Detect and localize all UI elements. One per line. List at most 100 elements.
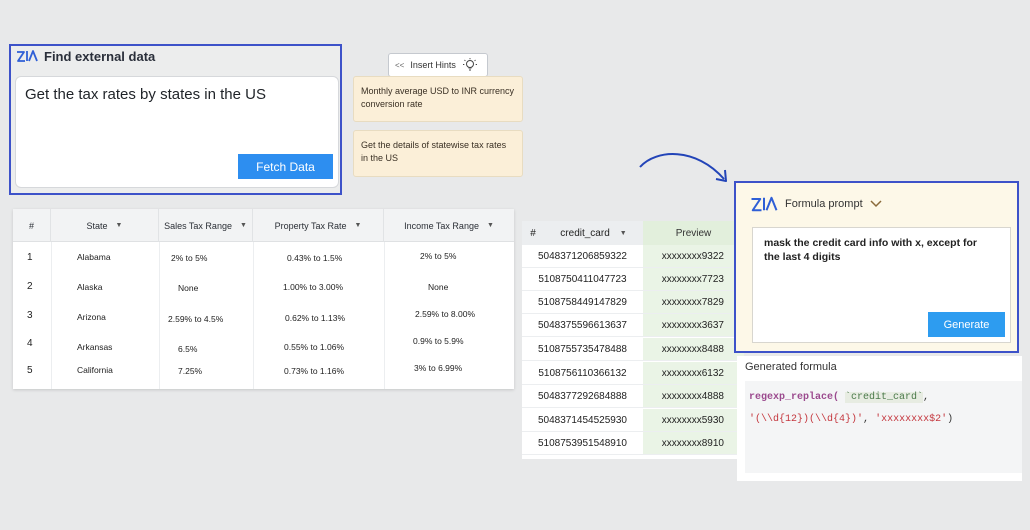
property-tax-cell[interactable]: 0.43% to 1.5%: [287, 253, 342, 263]
zia-logo-icon: [17, 50, 38, 62]
sort-dropdown-icon[interactable]: ▼: [116, 222, 123, 229]
credit-card-cell: 5048371454525930: [538, 414, 627, 426]
formula-prompt-input[interactable]: mask the credit card info with x, except…: [752, 227, 1011, 343]
table-row[interactable]: 5108755735478488 xxxxxxxx8488: [522, 338, 744, 361]
generated-formula-title: Generated formula: [745, 361, 837, 373]
curved-arrow-icon: [639, 153, 727, 182]
state-cell[interactable]: California: [77, 365, 113, 375]
insert-hints-label: Insert Hints: [410, 60, 456, 70]
fetch-data-button[interactable]: Fetch Data: [238, 154, 333, 179]
preview-cell: xxxxxxxx8910: [643, 432, 744, 454]
sort-dropdown-icon[interactable]: ▼: [620, 230, 627, 237]
property-tax-cell[interactable]: 0.73% to 1.16%: [284, 366, 344, 376]
table-row[interactable]: 5108758449147829 xxxxxxxx7829: [522, 291, 744, 314]
preview-cell: xxxxxxxx5930: [643, 409, 744, 431]
sales-tax-cell[interactable]: None: [178, 283, 198, 293]
generated-formula-panel: Generated formula regexp_replace( `credi…: [737, 356, 1022, 481]
table-row[interactable]: 5108756110366132 xxxxxxxx6132: [522, 362, 744, 385]
credit-card-cell: 5108756110366132: [538, 367, 627, 379]
row-index: 5: [27, 365, 33, 376]
find-external-data-title: Find external data: [44, 48, 156, 64]
regex-pattern: '(\\d{12})(\\d{4})': [749, 414, 864, 425]
sort-dropdown-icon[interactable]: ▼: [240, 222, 247, 229]
sort-dropdown-icon[interactable]: ▼: [487, 222, 494, 229]
column-header-index: #: [13, 209, 51, 242]
property-tax-cell[interactable]: 0.55% to 1.06%: [284, 342, 344, 352]
credit-card-cell: 5048377292684888: [538, 390, 627, 402]
hint-text: Monthly average USD to INR currency conv…: [361, 86, 515, 109]
state-cell[interactable]: Alabama: [77, 252, 111, 262]
table-row[interactable]: 5048371206859322 xxxxxxxx9322: [522, 245, 744, 268]
table-row[interactable]: 5108750411047723 xxxxxxxx7723: [522, 268, 744, 291]
table-header: # State ▼ Sales Tax Range ▼ Property Tax R…: [13, 209, 514, 242]
column-header-income-tax[interactable]: Income Tax Range ▼: [384, 209, 514, 242]
credit-card-cell: 5108758449147829: [538, 296, 627, 308]
column-divider: [159, 242, 160, 389]
table-header: # credit_card ▼ Preview: [522, 221, 744, 245]
preview-cell: xxxxxxxx7829: [643, 291, 744, 313]
column-header-sales-tax[interactable]: Sales Tax Range ▼: [159, 209, 253, 242]
credit-card-cell: 5108753951548910: [538, 437, 627, 449]
query-text[interactable]: Get the tax rates by states in the US: [25, 86, 266, 103]
column-divider: [384, 242, 385, 389]
row-index: 3: [27, 310, 33, 321]
state-cell[interactable]: Arkansas: [77, 342, 112, 352]
credit-card-cell: 5048375596613637: [538, 319, 627, 331]
credit-card-cell: 5048371206859322: [538, 250, 627, 262]
formula-prompt-title: Formula prompt: [785, 198, 863, 210]
preview-cell: xxxxxxxx3637: [643, 314, 744, 336]
income-tax-cell[interactable]: 2% to 5%: [420, 251, 456, 261]
table-row[interactable]: 5048377292684888 xxxxxxxx4888: [522, 385, 744, 408]
lightbulb-icon: [462, 58, 477, 71]
preview-cell: xxxxxxxx7723: [643, 268, 744, 290]
collapse-chevron-icon: <<: [395, 60, 405, 70]
column-header-credit-card[interactable]: credit_card ▼: [544, 221, 643, 245]
hint-item[interactable]: Monthly average USD to INR currency conv…: [353, 76, 523, 122]
sales-tax-cell[interactable]: 6.5%: [178, 344, 197, 354]
table-row[interactable]: 5048375596613637 xxxxxxxx3637: [522, 314, 744, 337]
row-index: 1: [27, 252, 33, 263]
income-tax-cell[interactable]: None: [428, 282, 448, 292]
tax-rates-table: # State ▼ Sales Tax Range ▼ Property Tax R…: [13, 209, 514, 389]
formula-prompt-header[interactable]: Formula prompt: [750, 194, 882, 214]
credit-card-cell: 5108750411047723: [538, 273, 627, 285]
income-tax-cell[interactable]: 2.59% to 8.00%: [415, 309, 475, 319]
preview-cell: xxxxxxxx8488: [643, 338, 744, 360]
find-external-data-panel: Find external data Get the tax rates by …: [9, 44, 342, 195]
hint-item[interactable]: Get the details of statewise tax rates i…: [353, 130, 523, 177]
state-cell[interactable]: Alaska: [77, 282, 103, 292]
generate-button[interactable]: Generate: [928, 312, 1005, 337]
formula-prompt-panel: Formula prompt mask the credit card info…: [734, 181, 1019, 353]
prompt-text[interactable]: mask the credit card info with x, except…: [764, 236, 994, 264]
query-card[interactable]: Get the tax rates by states in the US Fe…: [15, 76, 339, 188]
preview-cell: xxxxxxxx4888: [643, 385, 744, 407]
table-row[interactable]: 5108753951548910 xxxxxxxx8910: [522, 432, 744, 455]
sales-tax-cell[interactable]: 7.25%: [178, 366, 202, 376]
zia-logo-icon: [751, 196, 778, 212]
replacement-string: 'xxxxxxxx$2': [875, 414, 948, 425]
credit-card-table: # credit_card ▼ Preview 5048371206859322…: [522, 221, 744, 459]
state-cell[interactable]: Arizona: [77, 312, 106, 322]
credit-card-cell: 5108755735478488: [538, 343, 627, 355]
property-tax-cell[interactable]: 0.62% to 1.13%: [285, 313, 345, 323]
row-index: 2: [27, 281, 33, 292]
column-header-index: #: [522, 221, 544, 245]
sort-dropdown-icon[interactable]: ▼: [354, 222, 361, 229]
formula-code[interactable]: regexp_replace( `credit_card`, '(\\d{12}…: [745, 381, 1022, 473]
column-reference: `credit_card`: [845, 392, 924, 403]
property-tax-cell[interactable]: 1.00% to 3.00%: [283, 282, 343, 292]
sales-tax-cell[interactable]: 2.59% to 4.5%: [168, 314, 223, 324]
column-header-preview: Preview: [643, 221, 744, 245]
income-tax-cell[interactable]: 3% to 6.99%: [414, 363, 462, 373]
preview-cell: xxxxxxxx6132: [643, 362, 744, 384]
sales-tax-cell[interactable]: 2% to 5%: [171, 253, 207, 263]
preview-cell: xxxxxxxx9322: [643, 245, 744, 267]
column-header-property-tax[interactable]: Property Tax Rate ▼: [253, 209, 384, 242]
chevron-down-icon[interactable]: [870, 200, 882, 208]
column-divider: [253, 242, 254, 389]
insert-hints-button[interactable]: << Insert Hints: [388, 53, 488, 77]
column-header-state[interactable]: State ▼: [51, 209, 159, 242]
table-row[interactable]: 5048371454525930 xxxxxxxx5930: [522, 409, 744, 432]
function-name: regexp_replace(: [749, 392, 840, 403]
income-tax-cell[interactable]: 0.9% to 5.9%: [413, 336, 464, 346]
